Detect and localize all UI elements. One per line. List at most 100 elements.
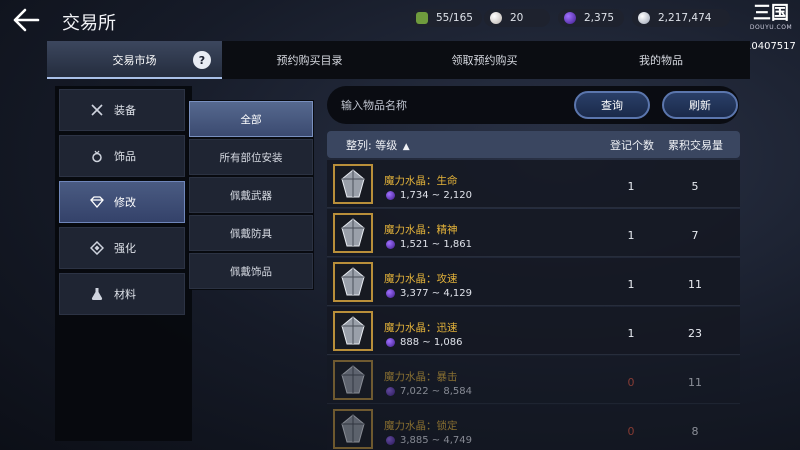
category-material[interactable]: 材料 [59,273,185,315]
category-enhance[interactable]: 强化 [59,227,185,269]
item-price: 1,521 ~ 1,861 [386,239,472,250]
inventory-value: 55/165 [436,12,473,24]
listing-count: 1 [627,229,635,242]
column-header-total: 累积交易量 [668,139,723,152]
sort-label: 整列: 等级 [346,139,398,152]
table-row[interactable]: 魔力水晶：精神 1,521 ~ 1,861 1 7 [327,209,740,257]
item-name: 魔力水晶：迅速 [384,322,458,334]
trade-volume: 8 [691,425,699,438]
sort-up-icon: ▲ [402,142,410,152]
sort-toggle[interactable]: 整列: 等级 ▲ [346,137,410,153]
crystal-item-icon [333,262,373,302]
category-modify[interactable]: 修改 [59,181,185,223]
trade-volume: 11 [688,376,702,389]
table-row[interactable]: 魔力水晶：迅速 888 ~ 1,086 1 23 [327,307,740,355]
category-panel: 装备 饰品 修改 强化 材料 [55,86,192,441]
crystal-item-icon [333,311,373,351]
price-range: 3,885 ~ 4,749 [400,435,472,446]
listing-count: 0 [627,425,635,438]
subcategory-armor[interactable]: 佩戴防具 [189,215,313,251]
tab-bar: 交易市场 ? 预约购买目录 领取预约购买 我的物品 [47,41,750,79]
listing-count: 1 [627,180,635,193]
subcategory-accessory[interactable]: 佩戴饰品 [189,253,313,289]
listing-count: 1 [627,327,635,340]
category-label: 材料 [114,288,136,301]
tab-market[interactable]: 交易市场 ? [47,41,222,79]
subcategory-all-slots[interactable]: 所有部位安装 [189,139,313,175]
pearl-value: 20 [510,12,524,24]
tab-my-items[interactable]: 我的物品 [572,41,750,79]
pearl-icon [490,12,502,24]
item-name: 魔力水晶：锁定 [384,420,458,432]
crystal-item-icon [333,409,373,449]
crystal-icon [386,338,395,347]
back-button[interactable] [12,7,40,33]
search-input[interactable] [341,96,571,114]
bag-icon [416,12,428,24]
item-price: 3,377 ~ 4,129 [386,288,472,299]
category-label: 装备 [114,104,136,117]
item-name: 魔力水晶：攻速 [384,273,458,285]
category-accessory[interactable]: 饰品 [59,135,185,177]
table-header: 整列: 等级 ▲ 登记个数 累积交易量 [327,131,740,158]
item-price: 3,885 ~ 4,749 [386,435,472,446]
inventory-counter: 55/165 [410,9,482,27]
trade-volume: 11 [688,278,702,291]
query-button[interactable]: 查询 [574,91,650,119]
help-icon[interactable]: ? [193,51,211,69]
category-equipment[interactable]: 装备 [59,89,185,131]
price-range: 1,521 ~ 1,861 [400,239,472,250]
column-header-count: 登记个数 [610,139,654,152]
crystal-icon [386,289,395,298]
listing-count: 1 [627,278,635,291]
category-label: 饰品 [114,150,136,163]
subcategory-weapon[interactable]: 佩戴武器 [189,177,313,213]
ring-icon [90,149,104,163]
item-name: 魔力水晶：精神 [384,224,458,236]
crystal-value: 2,375 [584,12,615,24]
pearl-counter: 20 [484,9,550,27]
price-range: 3,377 ~ 4,129 [400,288,472,299]
crystal-item-icon [333,213,373,253]
trade-volume: 7 [691,229,699,242]
tab-label: 预约购买目录 [276,54,343,67]
crystal-icon [564,12,576,24]
crystal-item-icon [333,164,373,204]
crystal-icon [386,240,395,249]
item-name: 魔力水晶：生命 [384,175,458,187]
item-price: 888 ~ 1,086 [386,337,462,348]
watermark-logo: 三国 DOUYU.COM [745,3,797,32]
refresh-button[interactable]: 刷新 [662,91,738,119]
subcategory-panel: 全部 所有部位安装 佩戴武器 佩戴防具 佩戴饰品 [188,100,314,290]
silver-counter: 2,217,474 [632,9,730,27]
watermark-big: 三国 [753,3,789,24]
subcategory-all[interactable]: 全部 [189,101,313,137]
gem-icon [90,195,104,209]
page-title: 交易所 [62,13,116,34]
listing-count: 0 [627,376,635,389]
table-row[interactable]: 魔力水晶：暴击 7,022 ~ 8,584 0 11 [327,356,740,404]
category-label: 强化 [114,242,136,255]
silver-value: 2,217,474 [658,12,712,24]
trade-volume: 5 [691,180,699,193]
top-bar: 交易所 55/165 20 2,375 2,217,474 三国 DOUYU.C… [0,0,800,40]
arrow-left-icon [13,8,40,32]
table-row[interactable]: 魔力水晶：锁定 3,885 ~ 4,749 0 8 [327,405,740,450]
tab-preorder-list[interactable]: 预约购买目录 [222,41,397,79]
diamond-icon [90,241,104,255]
tab-claim-preorder[interactable]: 领取预约购买 [397,41,572,79]
table-row[interactable]: 魔力水晶：攻速 3,377 ~ 4,129 1 11 [327,258,740,306]
swords-icon [90,103,104,117]
table-row[interactable]: 魔力水晶：生命 1,734 ~ 2,120 1 5 [327,160,740,208]
tab-label: 交易市场 [112,54,157,67]
price-range: 1,734 ~ 2,120 [400,190,472,201]
item-list: 魔力水晶：生命 1,734 ~ 2,120 1 5 魔力水晶：精神 1,521 … [327,160,740,450]
room-id: 10407517 [745,41,796,52]
item-price: 7,022 ~ 8,584 [386,386,472,397]
watermark-small: DOUYU.COM [749,24,793,31]
tab-label: 我的物品 [639,54,683,67]
crystal-icon [386,387,395,396]
trade-volume: 23 [688,327,702,340]
tab-label: 领取预约购买 [451,54,518,67]
crystal-counter: 2,375 [558,9,624,27]
